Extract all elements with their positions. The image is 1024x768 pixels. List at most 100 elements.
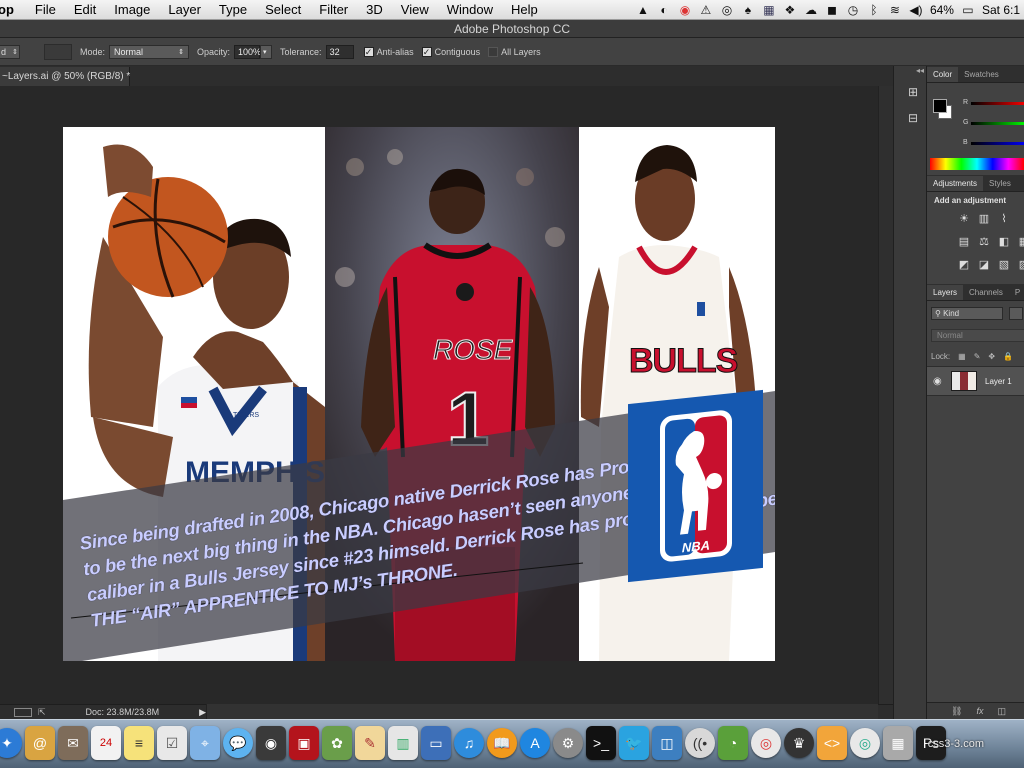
fill-swatch[interactable] — [44, 43, 72, 60]
zoom-level-icon[interactable] — [14, 707, 32, 717]
tab-channels[interactable]: Channels — [963, 285, 1009, 300]
kind-filter-select[interactable]: ⚲ Kind — [931, 307, 1003, 320]
battery-icon[interactable]: ▭ — [961, 3, 975, 17]
globe-icon[interactable]: ◎ — [720, 3, 734, 17]
bell-icon[interactable]: ♠ — [741, 3, 755, 17]
ibooks-icon[interactable]: 📖 — [487, 728, 517, 758]
menu-image[interactable]: Image — [114, 2, 150, 17]
visibility-eye-icon[interactable]: ◉ — [933, 376, 947, 387]
lock-paint-icon[interactable]: ✎ — [974, 352, 981, 361]
iphoto-icon[interactable]: ✿ — [322, 726, 352, 760]
finder-window-icon[interactable]: ▦ — [883, 726, 913, 760]
reminders-icon[interactable]: ☑ — [157, 726, 187, 760]
chat-icon[interactable]: ◼ — [825, 3, 839, 17]
levels-icon[interactable]: ▥ — [975, 212, 993, 225]
history-icon[interactable]: ⊞ — [903, 82, 923, 102]
filter-image-icon[interactable] — [1009, 307, 1023, 320]
notes-icon[interactable]: ≡ — [124, 726, 154, 760]
photo-filter-icon[interactable]: ▦ — [1015, 235, 1024, 248]
colorsync-icon[interactable]: ◔ — [718, 726, 748, 760]
maps-icon[interactable]: ⌖ — [190, 726, 220, 760]
opacity-field[interactable]: 100% — [234, 44, 261, 59]
black-white-icon[interactable]: ◧ — [995, 235, 1013, 248]
tab-styles[interactable]: Styles — [983, 176, 1017, 191]
document-tab[interactable]: ~Layers.ai @ 50% (RGB/8) * — [0, 67, 130, 86]
blend-mode-select[interactable]: Normal — [931, 329, 1024, 342]
tool-preset-picker[interactable]: d ⇕ — [0, 44, 20, 59]
channel-r[interactable]: R — [963, 99, 1024, 106]
terminal-icon[interactable]: >_ — [586, 726, 616, 760]
calendar-icon[interactable]: ▦ — [762, 3, 776, 17]
link-icon[interactable]: ⛓ — [951, 706, 962, 717]
coda-icon[interactable]: <> — [817, 726, 847, 760]
artboard[interactable]: TIGERS MEMPHIS — [63, 127, 775, 661]
tab-layers[interactable]: Layers — [927, 285, 964, 300]
layer-name[interactable]: Layer 1 — [985, 377, 1012, 386]
channel-g[interactable]: G — [963, 119, 1024, 126]
mask-icon[interactable]: ◫ — [997, 706, 1006, 717]
antialias-checkbox[interactable]: ✓ — [363, 46, 374, 57]
lock-transparent-icon[interactable]: ▦ — [958, 352, 966, 361]
status-menu-arrow-icon[interactable]: ▶ — [199, 707, 206, 718]
foreground-color-swatch[interactable] — [933, 99, 947, 113]
tolerance-field[interactable]: 32 — [325, 44, 354, 59]
contiguous-checkbox[interactable]: ✓ — [421, 46, 432, 57]
vertical-scrollbar[interactable] — [878, 86, 893, 704]
wifi-icon[interactable]: ≋ — [888, 3, 902, 17]
keynote-icon[interactable]: ▭ — [421, 726, 451, 760]
color-wheel-icon[interactable]: ◉ — [678, 3, 692, 17]
xcode-icon[interactable]: ◫ — [652, 726, 682, 760]
app-store-icon[interactable]: A — [520, 728, 550, 758]
vlc-icon[interactable]: ⚠ — [699, 3, 713, 17]
alfred-icon[interactable]: ♛ — [784, 728, 814, 758]
tab-paths[interactable]: P — [1009, 285, 1024, 300]
menu-file[interactable]: File — [35, 2, 56, 17]
sync-icon[interactable]: ◐ — [657, 3, 671, 17]
clock[interactable]: Sat 6:1 — [982, 3, 1020, 17]
time-machine-icon[interactable]: ◷ — [846, 3, 860, 17]
chrome-icon[interactable]: ◎ — [751, 728, 781, 758]
threshold-icon[interactable]: ▧ — [995, 258, 1013, 271]
menu-filter[interactable]: Filter — [319, 2, 348, 17]
wireless-icon[interactable]: ((• — [685, 728, 715, 758]
invert-icon[interactable]: ◩ — [955, 258, 973, 271]
pages-icon[interactable]: ✎ — [355, 726, 385, 760]
safari-icon[interactable]: ✦ — [0, 728, 22, 758]
curves-icon[interactable]: ⌇ — [995, 212, 1013, 225]
all-layers-checkbox[interactable] — [488, 46, 499, 57]
exposure-icon[interactable] — [1015, 212, 1024, 225]
tab-color[interactable]: Color — [927, 67, 959, 82]
menu-window[interactable]: Window — [447, 2, 493, 17]
messages-icon[interactable]: 💬 — [223, 728, 253, 758]
menu-edit[interactable]: Edit — [74, 2, 96, 17]
cloud-icon[interactable]: ☁ — [804, 3, 818, 17]
share-icon[interactable]: ⇱ — [38, 707, 46, 718]
collapse-arrows-icon[interactable]: ◂◂ — [894, 66, 926, 76]
properties-icon[interactable]: ⊟ — [903, 108, 923, 128]
photo-booth-icon[interactable]: ▣ — [289, 726, 319, 760]
menu-select[interactable]: Select — [265, 2, 301, 17]
bluetooth-icon[interactable]: ᛒ — [867, 3, 881, 17]
itunes-icon[interactable]: ♫ — [454, 728, 484, 758]
menu-view[interactable]: View — [401, 2, 429, 17]
mode-select[interactable]: Normal ⇕ — [109, 44, 190, 59]
color-balance-icon[interactable]: ⚖ — [975, 235, 993, 248]
fx-icon[interactable]: fx — [976, 706, 983, 716]
notification-icon[interactable]: ▲ — [636, 3, 650, 17]
layer-row[interactable]: ◉ Layer 1 — [927, 366, 1024, 396]
app-menu[interactable]: op — [0, 2, 14, 17]
facetime-icon[interactable]: ◉ — [256, 726, 286, 760]
calendar-icon[interactable]: 24 — [91, 726, 121, 760]
gradient-map-icon[interactable]: ▨ — [1015, 258, 1024, 271]
horizontal-scrollbar[interactable] — [206, 704, 878, 719]
lock-all-icon[interactable]: 🔒 — [1003, 352, 1013, 361]
opacity-dropdown[interactable]: ▾ — [260, 44, 273, 59]
tab-adjustments[interactable]: Adjustments — [927, 176, 984, 191]
twitter-icon[interactable]: 🐦 — [619, 726, 649, 760]
mail-icon[interactable]: ✉ — [58, 726, 88, 760]
numbers-icon[interactable]: ▥ — [388, 726, 418, 760]
tab-swatches[interactable]: Swatches — [958, 67, 1005, 82]
channel-b[interactable]: B — [963, 139, 1024, 146]
volume-icon[interactable]: ◀) — [909, 3, 923, 17]
hue-saturation-icon[interactable]: ▤ — [955, 235, 973, 248]
